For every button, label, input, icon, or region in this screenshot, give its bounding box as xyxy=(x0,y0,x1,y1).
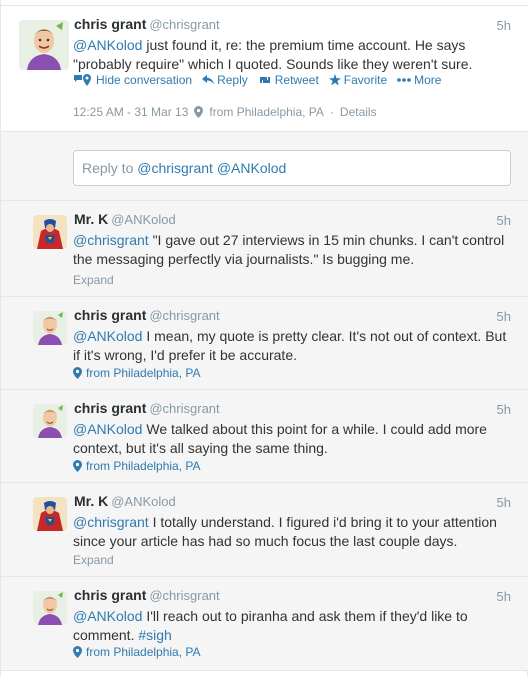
author-handle[interactable]: @ANKolod xyxy=(111,212,176,227)
reply-label: Reply xyxy=(217,73,248,87)
tweet-text: @ANKolod I mean, my quote is pretty clea… xyxy=(73,327,513,364)
reply-tweet[interactable]: chris grant @chrisgrant 5h @ANKolod I'll … xyxy=(1,577,528,671)
author-handle[interactable]: @chrisgrant xyxy=(149,17,219,32)
author-name[interactable]: chris grant xyxy=(74,16,146,32)
author-handle[interactable]: @chrisgrant xyxy=(149,308,219,323)
location-label: from Philadelphia, PA xyxy=(86,366,201,380)
tweet-location[interactable]: from Philadelphia, PA xyxy=(73,459,201,473)
tweet-text: @chrisgrant I totally understand. I figu… xyxy=(73,513,513,550)
reply-tweet[interactable]: Mr. K @ANKolod 5h @chrisgrant I totally u… xyxy=(1,483,528,577)
location-pin-icon xyxy=(73,646,82,658)
author-name[interactable]: Mr. K xyxy=(74,211,108,227)
more-label: More xyxy=(414,73,442,87)
avatar[interactable] xyxy=(33,215,67,249)
more-dots-icon xyxy=(397,78,411,82)
tweet-time[interactable]: 5h xyxy=(497,495,511,510)
reply-prefix: Reply to xyxy=(82,160,138,176)
mention-link[interactable]: @chrisgrant xyxy=(73,514,149,530)
tweet-text: @ANKolod just found it, re: the premium … xyxy=(73,36,513,73)
hashtag-link[interactable]: #sigh xyxy=(138,627,171,643)
tweet-actions: Hide conversation Reply Retweet Favorite… xyxy=(73,73,441,87)
tweet-text: @ANKolod We talked about this point for … xyxy=(73,420,513,457)
details-link[interactable]: Details xyxy=(340,105,377,119)
author-name[interactable]: chris grant xyxy=(74,400,146,416)
favorite-button[interactable]: Favorite xyxy=(328,73,388,87)
avatar[interactable] xyxy=(33,311,67,345)
reply-tweet[interactable]: chris grant @chrisgrant 5h @ANKolod I mea… xyxy=(1,297,528,390)
location-pin-icon xyxy=(194,106,204,118)
tweet-time[interactable]: 5h xyxy=(497,309,511,324)
author-handle[interactable]: @chrisgrant xyxy=(149,401,219,416)
main-tweet[interactable]: chris grant @chrisgrant 5h @ANKolod just … xyxy=(1,6,528,131)
avatar[interactable] xyxy=(33,404,67,438)
avatar[interactable] xyxy=(33,497,67,531)
more-button[interactable]: More xyxy=(397,73,441,87)
author-handle[interactable]: @ANKolod xyxy=(111,494,176,509)
tweet-time[interactable]: 5h xyxy=(497,589,511,604)
reply-icon xyxy=(202,75,215,85)
location-label: from Philadelphia, PA xyxy=(86,645,201,659)
meta-separator: · xyxy=(329,105,334,119)
mention-link[interactable]: @chrisgrant xyxy=(73,232,149,248)
tweet-text: @ANKolod I'll reach out to piranha and a… xyxy=(73,607,513,644)
tweet-location[interactable]: from Philadelphia, PA xyxy=(73,645,201,659)
hide-conversation-button[interactable]: Hide conversation xyxy=(73,73,192,87)
retweet-label: Retweet xyxy=(274,73,319,87)
reply-input[interactable]: Reply to @chrisgrant @ANKolod xyxy=(73,150,511,186)
tweet-time[interactable]: 5h xyxy=(497,213,511,228)
tweet-meta: 12:25 AM - 31 Mar 13 from Philadelphia, … xyxy=(73,105,377,119)
timestamp[interactable]: 12:25 AM - 31 Mar 13 xyxy=(73,105,188,119)
conversation-icon xyxy=(74,74,91,86)
avatar[interactable] xyxy=(19,20,69,70)
reply-button[interactable]: Reply xyxy=(202,73,248,87)
reply-tweet[interactable]: chris grant @chrisgrant 5h @ANKolod We ta… xyxy=(1,390,528,483)
star-icon xyxy=(328,74,341,86)
favorite-label: Favorite xyxy=(343,73,388,87)
retweet-icon xyxy=(259,77,270,83)
reply-area: Reply to @chrisgrant @ANKolod xyxy=(1,131,528,201)
author-name[interactable]: chris grant xyxy=(74,587,146,603)
tweet-location[interactable]: from Philadelphia, PA xyxy=(73,366,201,380)
retweet-button[interactable]: Retweet xyxy=(258,73,319,87)
reply-mentions: @chrisgrant @ANKolod xyxy=(137,160,287,176)
tweet-time[interactable]: 5h xyxy=(497,402,511,417)
location-pin-icon xyxy=(73,367,82,379)
mention-link[interactable]: @ANKolod xyxy=(73,328,142,344)
tweet-location[interactable]: from Philadelphia, PA xyxy=(209,105,324,119)
expand-link[interactable]: Expand xyxy=(73,273,114,287)
conversation-panel: chris grant @chrisgrant 5h @ANKolod just … xyxy=(0,0,528,676)
location-pin-icon xyxy=(73,460,82,472)
location-label: from Philadelphia, PA xyxy=(86,459,201,473)
mention-link[interactable]: @ANKolod xyxy=(73,37,142,53)
author-name[interactable]: chris grant xyxy=(74,307,146,323)
author-handle[interactable]: @chrisgrant xyxy=(149,588,219,603)
tweet-text: @chrisgrant "I gave out 27 interviews in… xyxy=(73,231,513,268)
author-name[interactable]: Mr. K xyxy=(74,493,108,509)
tweet-time[interactable]: 5h xyxy=(497,18,511,33)
mention-link[interactable]: @ANKolod xyxy=(73,608,142,624)
hide-conversation-label: Hide conversation xyxy=(96,73,193,87)
expand-link[interactable]: Expand xyxy=(73,553,114,567)
reply-tweet[interactable]: Mr. K @ANKolod 5h @chrisgrant "I gave out… xyxy=(1,201,528,297)
avatar[interactable] xyxy=(33,591,67,625)
mention-link[interactable]: @ANKolod xyxy=(73,421,142,437)
